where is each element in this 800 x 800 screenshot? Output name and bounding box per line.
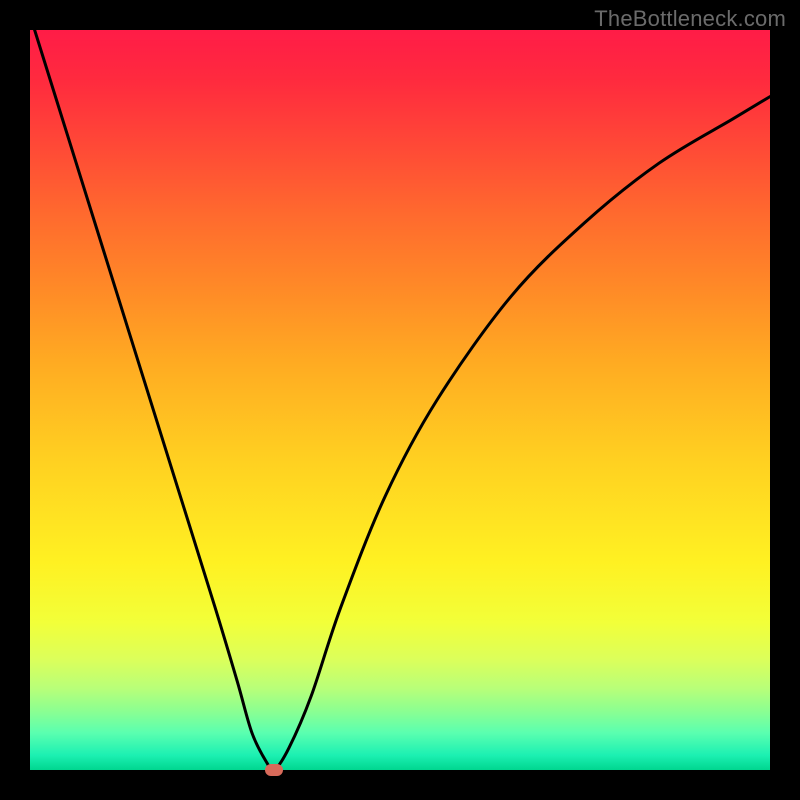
- outer-frame: TheBottleneck.com: [0, 0, 800, 800]
- watermark-text: TheBottleneck.com: [594, 6, 786, 32]
- optimum-marker: [265, 764, 283, 776]
- bottleneck-curve-path: [30, 15, 770, 771]
- plot-area: [30, 30, 770, 770]
- curve-svg: [30, 30, 770, 770]
